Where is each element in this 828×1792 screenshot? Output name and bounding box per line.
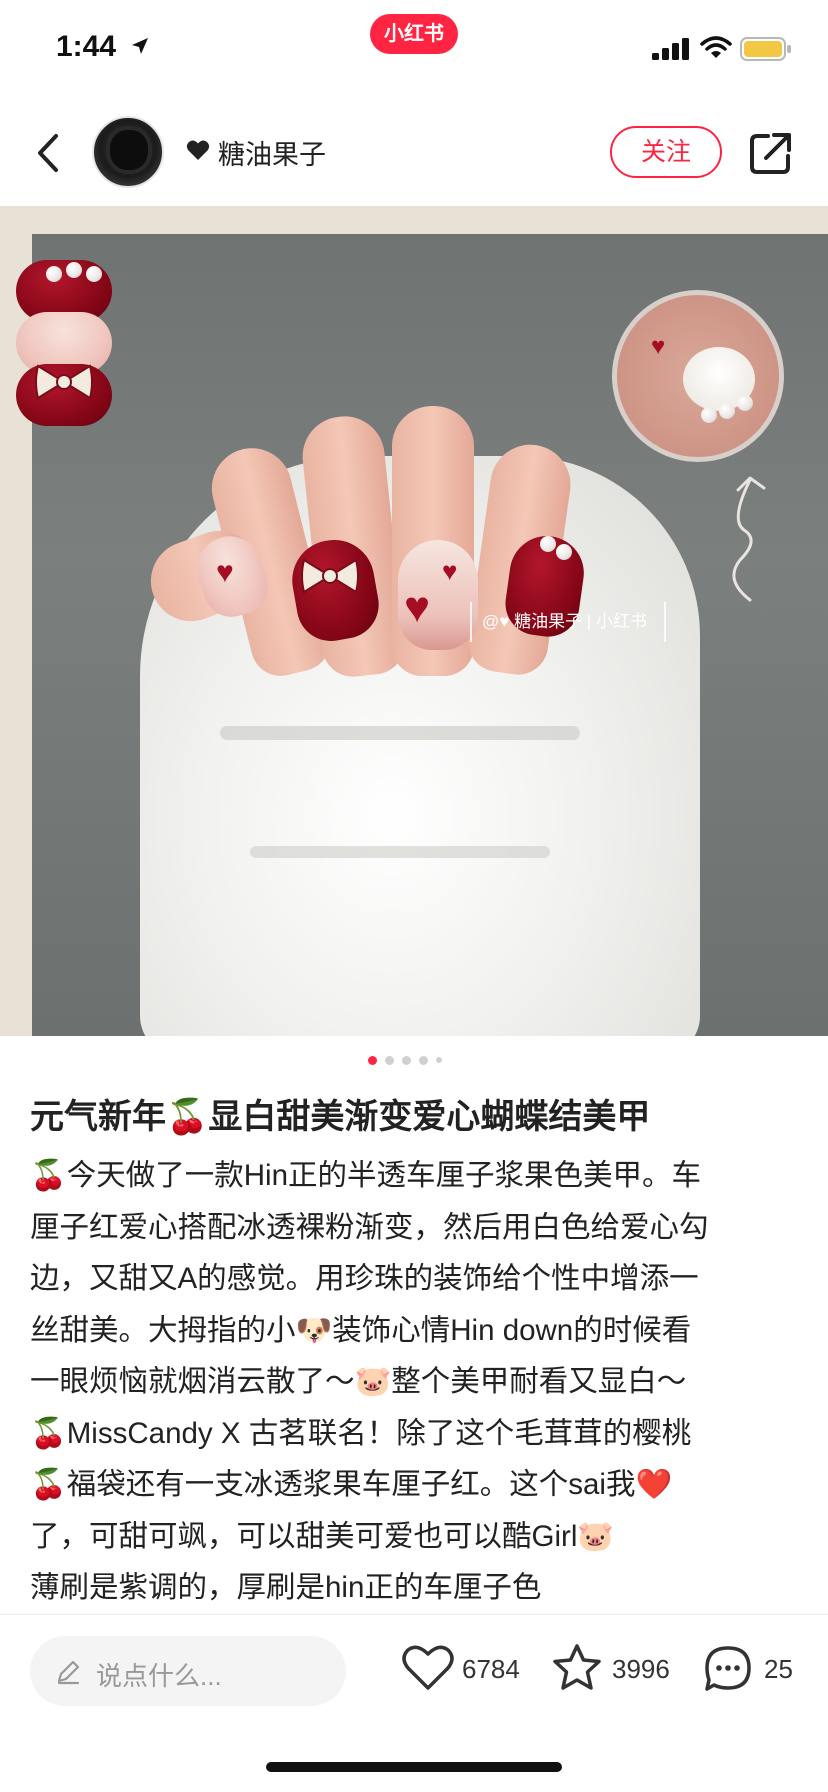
status-time: 1:44 — [56, 30, 117, 63]
wifi-icon — [700, 36, 732, 58]
post-body-line: 丝甜美。大拇指的小🐶装饰心情Hin down的时候看 — [30, 1313, 692, 1347]
watermark-brand: 小红书 — [595, 612, 647, 631]
signal-icon — [652, 38, 689, 60]
post-body-line: 边，又甜又A的感觉。用珍珠的装饰给个性中增添一 — [30, 1262, 699, 1295]
post-header: 糖油果子 关注 — [0, 100, 828, 206]
post-body-line: 厘子红爱心搭配冰透裸粉渐变，然后用白色给爱心勾 — [30, 1210, 709, 1244]
post-title: 元气新年🍒显白甜美渐变爱心蝴蝶结美甲 — [30, 1098, 651, 1136]
comment-placeholder: 说点什么... — [96, 1661, 222, 1691]
sleeve-fold — [220, 726, 580, 740]
post-body: 🍒今天做了一款Hin正的半透车厘子浆果色美甲。车 厘子红爱心搭配冰透裸粉渐变，然… — [30, 1150, 802, 1614]
follow-button[interactable]: 关注 — [610, 126, 722, 178]
avatar-dog-image — [110, 130, 148, 170]
watermark-divider: | — [586, 612, 596, 631]
heart-decoration: ♥ — [216, 556, 234, 589]
post-body-line: 了，可甜可飒，可以甜美可爱也可以酷Girl🐷 — [30, 1519, 615, 1553]
carousel-dot — [368, 1055, 377, 1065]
avatar[interactable] — [92, 116, 164, 188]
heart-decoration: ♥ — [404, 583, 431, 632]
location-arrow-icon — [132, 38, 148, 54]
home-indicator[interactable] — [266, 1762, 562, 1772]
heart-icon — [186, 140, 210, 160]
bow-decoration — [301, 558, 359, 594]
collect-count: 3996 — [612, 1654, 670, 1684]
heart-decoration: ♥ — [651, 333, 666, 360]
watermark-author: @♥ 糖油果子 — [482, 612, 583, 631]
pearl-decoration — [66, 262, 82, 278]
post-body-line: 🍒福袋还有一支冰透浆果车厘子红。这个sai我❤️ — [30, 1468, 673, 1501]
carousel-dot — [436, 1057, 442, 1063]
sleeve-fold — [250, 846, 550, 858]
photo-watermark: @♥ 糖油果子 | 小红书 — [470, 602, 666, 642]
collect-star-icon[interactable] — [550, 1642, 604, 1694]
carousel-dot — [419, 1055, 428, 1065]
carousel-indicator[interactable] — [368, 1054, 442, 1066]
pearl-decoration — [719, 403, 735, 419]
pearl-decoration — [86, 266, 102, 282]
brand-badge: 小红书 — [370, 14, 458, 54]
carousel-dot — [385, 1055, 394, 1065]
heart-decoration: ♥ — [442, 556, 458, 586]
post-body-line: 薄刷是紫调的，厚刷是hin正的车厘子色 — [30, 1571, 542, 1604]
comment-bubble-icon[interactable] — [702, 1644, 754, 1694]
pearl-decoration — [540, 536, 556, 552]
comment-count: 25 — [764, 1654, 793, 1684]
status-bar: 1:44 小红书 — [0, 0, 828, 96]
back-icon[interactable] — [30, 130, 70, 176]
carousel-dot — [402, 1055, 411, 1065]
post-body-line: 一眼烦恼就烟消云散了～🐷整个美甲耐看又显白～ — [30, 1365, 687, 1398]
pearl-decoration — [556, 544, 572, 560]
inset-nail-closeup — [16, 260, 116, 426]
post-photo[interactable]: ♥ ♥ ♥ ♥ @♥ 糖油果子 | 小红书 — [0, 206, 828, 1036]
bottom-bar-divider — [0, 1614, 828, 1615]
share-icon[interactable] — [748, 130, 794, 176]
pencil-icon — [57, 1660, 80, 1685]
curved-arrow-icon — [732, 476, 766, 602]
like-heart-icon[interactable] — [402, 1644, 454, 1692]
like-count: 6784 — [462, 1654, 520, 1684]
comment-input[interactable]: 说点什么... — [30, 1636, 346, 1706]
pearl-decoration — [737, 395, 753, 411]
inset-thumb-closeup: ♥ — [612, 290, 784, 462]
bow-decoration — [35, 364, 93, 400]
pearl-decoration — [701, 407, 717, 423]
author-name[interactable]: 糖油果子 — [218, 133, 326, 172]
battery-icon — [740, 37, 791, 61]
post-body-line: 🍒今天做了一款Hin正的半透车厘子浆果色美甲。车 — [30, 1159, 701, 1192]
post-body-line: 🍒MissCandy X 古茗联名！除了这个毛茸茸的樱桃 — [30, 1416, 692, 1450]
pearl-decoration — [46, 266, 62, 282]
